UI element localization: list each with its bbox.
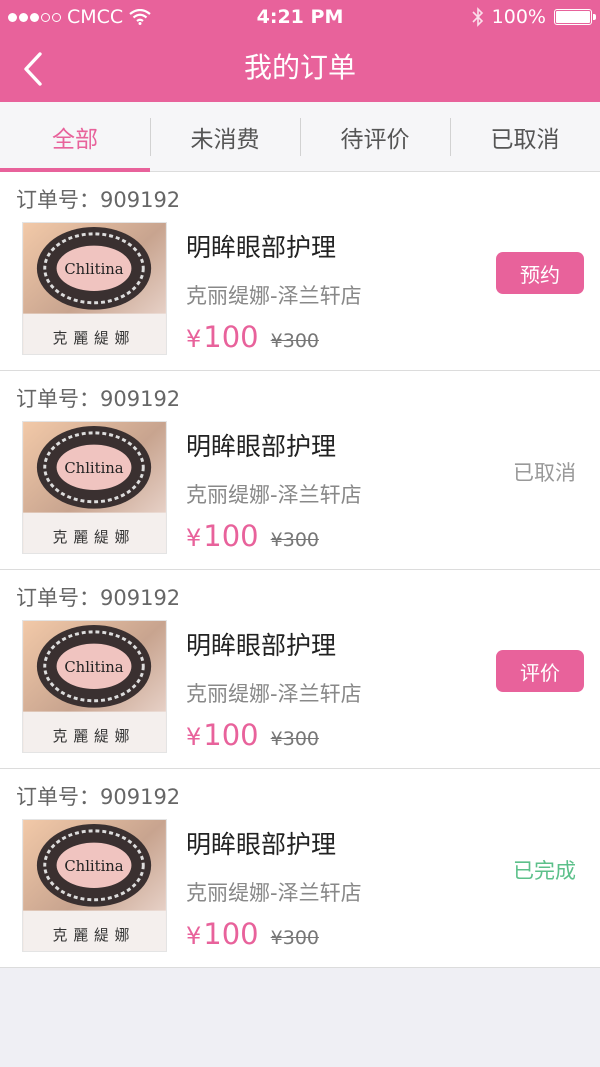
order-number: 订单号：909192: [16, 387, 181, 411]
original-price: ¥300: [270, 529, 319, 551]
order-number: 订单号：909192: [16, 785, 181, 809]
status-bar: CMCC 4:21 PM 100%: [0, 0, 600, 34]
service-name: 明眸眼部护理: [186, 830, 337, 859]
tab-all[interactable]: 全部: [0, 102, 150, 172]
price-row: ¥100 ¥300: [186, 320, 319, 354]
order-card[interactable]: 订单号：909192 Chlitina 克麗緹娜 明眸眼部护理 克丽缇娜-泽兰轩…: [0, 371, 600, 570]
logo-text: Chlitina: [64, 261, 123, 278]
page-title: 我的订单: [243, 51, 356, 84]
tab-unconsumed[interactable]: 未消费: [150, 102, 300, 171]
logo-text: Chlitina: [64, 858, 123, 875]
store-name: 克丽缇娜-泽兰轩店: [186, 284, 362, 308]
order-card[interactable]: 订单号：909192 Chlitina 克麗緹娜 明眸眼部护理 克丽缇娜-泽兰轩…: [0, 172, 600, 371]
logo-cn: 克麗緹娜: [53, 927, 136, 944]
status-completed: 已完成: [513, 859, 576, 883]
product-thumbnail: Chlitina 克麗緹娜: [22, 222, 167, 355]
review-button[interactable]: 评价: [496, 650, 584, 692]
order-number: 订单号：909192: [16, 586, 181, 610]
order-card[interactable]: 订单号：909192 Chlitina 克麗緹娜 明眸眼部护理 克丽缇娜-泽兰轩…: [0, 570, 600, 769]
tab-bar: 全部 未消费 待评价 已取消: [0, 102, 600, 172]
original-price: ¥300: [270, 330, 319, 352]
store-name: 克丽缇娜-泽兰轩店: [186, 881, 362, 905]
product-thumbnail: Chlitina 克麗緹娜: [22, 819, 167, 952]
original-price: ¥300: [270, 927, 319, 949]
tab-to-review[interactable]: 待评价: [300, 102, 450, 171]
order-number: 订单号：909192: [16, 188, 181, 212]
book-button[interactable]: 预约: [496, 252, 584, 294]
price: ¥100: [186, 917, 259, 951]
price-row: ¥100 ¥300: [186, 519, 319, 553]
nav-bar: CMCC 4:21 PM 100% 我的订单: [0, 0, 600, 102]
logo-cn: 克麗緹娜: [53, 330, 136, 347]
store-name: 克丽缇娜-泽兰轩店: [186, 483, 362, 507]
product-thumbnail: Chlitina 克麗緹娜: [22, 620, 167, 753]
price: ¥100: [186, 718, 259, 752]
logo-cn: 克麗緹娜: [53, 728, 136, 745]
battery-icon: [554, 9, 596, 25]
bluetooth-icon: [472, 7, 483, 27]
status-cancelled: 已取消: [513, 461, 576, 485]
service-name: 明眸眼部护理: [186, 233, 337, 262]
store-name: 克丽缇娜-泽兰轩店: [186, 682, 362, 706]
price-row: ¥100 ¥300: [186, 718, 319, 752]
price-row: ¥100 ¥300: [186, 917, 319, 951]
order-card[interactable]: 订单号：909192 Chlitina 克麗緹娜 明眸眼部护理 克丽缇娜-泽兰轩…: [0, 769, 600, 968]
battery-percent: 100%: [491, 6, 546, 28]
original-price: ¥300: [270, 728, 319, 750]
price: ¥100: [186, 320, 259, 354]
logo-text: Chlitina: [64, 460, 123, 477]
logo-text: Chlitina: [64, 659, 123, 676]
service-name: 明眸眼部护理: [186, 631, 337, 660]
status-right: 100%: [472, 6, 596, 28]
service-name: 明眸眼部护理: [186, 432, 337, 461]
order-list: 订单号：909192 Chlitina 克麗緹娜 明眸眼部护理 克丽缇娜-泽兰轩…: [0, 172, 600, 968]
logo-cn: 克麗緹娜: [53, 529, 136, 546]
price: ¥100: [186, 519, 259, 553]
tab-cancelled[interactable]: 已取消: [450, 102, 600, 171]
product-thumbnail: Chlitina 克麗緹娜: [22, 421, 167, 554]
